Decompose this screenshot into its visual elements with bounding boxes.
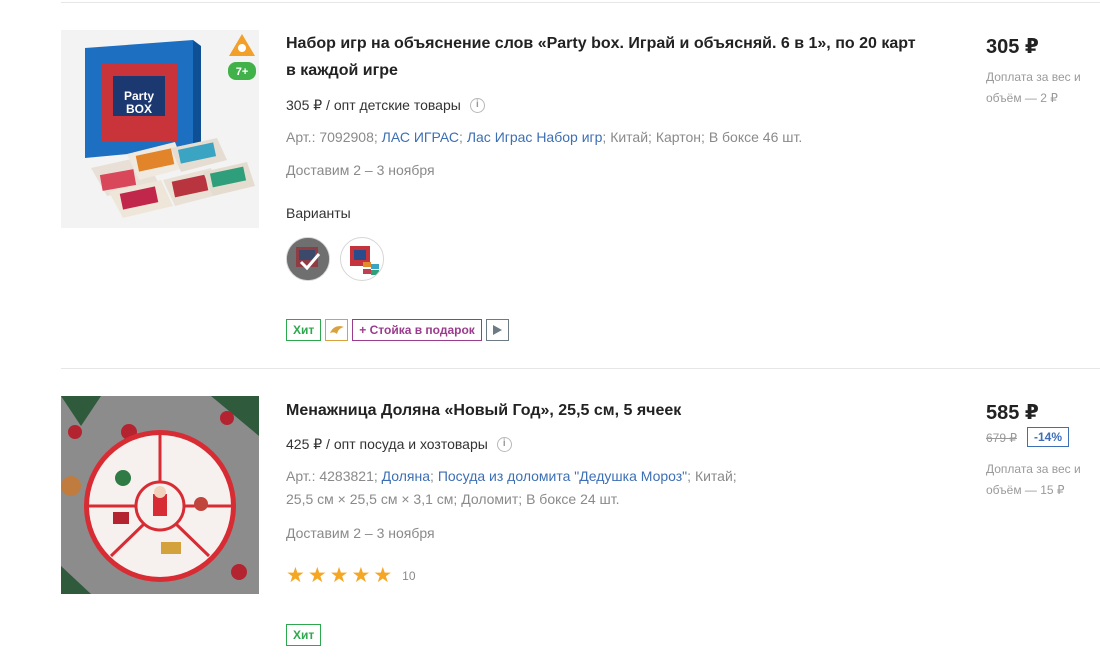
wholesale-price-text: 305 ₽ / опт детские товары (286, 97, 461, 113)
info-icon[interactable]: i (496, 436, 512, 452)
row-divider (61, 368, 1100, 369)
product-title[interactable]: Менажница Доляна «Новый Год», 25,5 см, 5… (286, 397, 926, 424)
product-image[interactable] (61, 396, 259, 594)
badges: Хит (286, 624, 322, 646)
star-icon: ★ (329, 564, 349, 587)
wholesale-price-text: 425 ₽ / опт посуда и хозтовары (286, 436, 488, 452)
discount-badge: -14% (1027, 427, 1070, 447)
rating-count[interactable]: 10 (402, 569, 415, 583)
extra-fee: Доплата за вес и объём — 15 ₽ (986, 462, 1081, 497)
country: Китай; (694, 468, 737, 484)
variants-label: Варианты (286, 205, 351, 221)
star-icon: ★ (286, 564, 305, 587)
brand-link[interactable]: ЛАС ИГРАС (382, 129, 459, 145)
extra-fee: Доплата за вес и объём — 2 ₽ (986, 70, 1081, 105)
delivery-info: Доставим 2 – 3 ноября (286, 525, 435, 541)
wholesale-price: 305 ₽ / опт детские товары i (286, 96, 485, 114)
article: Арт.: 7092908; (286, 129, 378, 145)
delivery-info: Доставим 2 – 3 ноября (286, 162, 435, 178)
rating[interactable]: ★ ★ ★ ★ ★ 10 (286, 565, 416, 586)
star-icon: ★ (373, 564, 393, 587)
hit-badge: Хит (286, 319, 322, 341)
wholesale-price: 425 ₽ / опт посуда и хозтовары i (286, 435, 512, 453)
variant-swatch[interactable] (340, 237, 384, 281)
product-meta: Арт.: 7092908; ЛАС ИГРАС; Лас Играс Набо… (286, 129, 803, 145)
info-icon[interactable]: i (469, 97, 485, 113)
price: 305 ₽ (986, 36, 1039, 58)
gift-badge[interactable]: + Стойка в подарок (352, 319, 482, 341)
svg-text:BOX: BOX (126, 102, 152, 116)
product-image[interactable]: Party BOX 7+ (61, 30, 259, 228)
brand-link[interactable]: Доляна (382, 468, 430, 484)
play-icon[interactable] (485, 319, 509, 341)
star-icon: ★ (351, 564, 371, 587)
svg-text:Party: Party (124, 89, 154, 103)
material: Доломит; (461, 491, 523, 507)
collection-link[interactable]: Посуда из доломита "Дедушка Мороз" (438, 468, 687, 484)
collection-link[interactable]: Лас Играс Набор игр (467, 129, 603, 145)
dolphin-icon (325, 319, 349, 341)
country: Китай; (610, 129, 652, 145)
top-divider (61, 2, 1100, 3)
hit-badge: Хит (286, 624, 322, 646)
box-quantity: В боксе 46 шт. (708, 129, 803, 145)
age-label: 7+ (236, 66, 249, 78)
box-quantity: В боксе 24 шт. (526, 491, 620, 507)
badges: Хит + Стойка в подарок (286, 319, 509, 341)
price: 585 ₽ (986, 402, 1039, 424)
product-title[interactable]: Набор игр на объяснение слов «Party box.… (286, 30, 926, 84)
material: Картон; (655, 129, 705, 145)
variant-swatch-selected[interactable] (286, 237, 330, 281)
star-icon: ★ (307, 564, 327, 587)
article: Арт.: 4283821; (286, 468, 378, 484)
product-meta: Арт.: 4283821; Доляна; Посуда из доломит… (286, 468, 737, 507)
old-price: 679 ₽ (986, 431, 1017, 445)
dimensions: 25,5 см × 25,5 см × 3,1 см; (286, 491, 458, 507)
